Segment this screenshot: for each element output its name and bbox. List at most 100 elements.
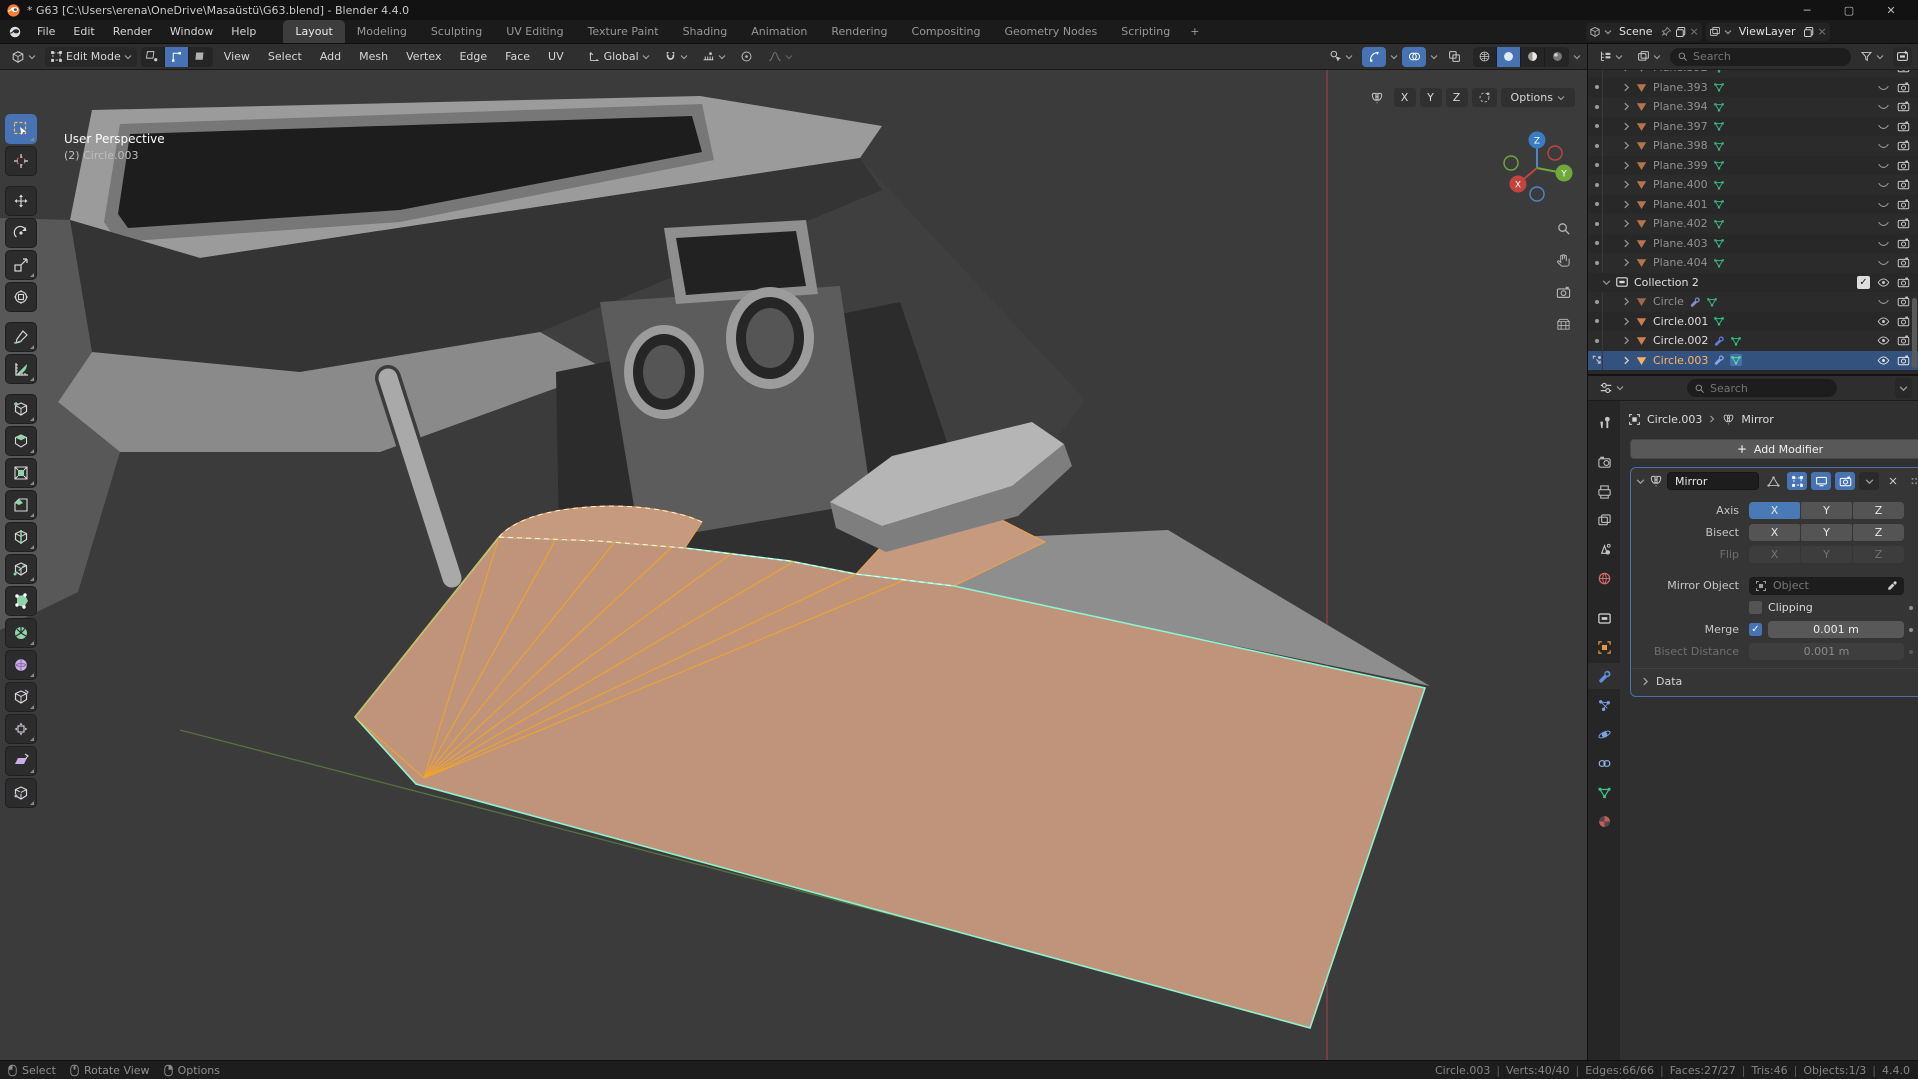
mirror-z-button[interactable]: Z: [1445, 88, 1468, 107]
viewport-menu-vertex[interactable]: Vertex: [399, 50, 448, 63]
snap-target-dropdown[interactable]: [697, 47, 731, 67]
hide-viewport-icon[interactable]: [1877, 198, 1890, 211]
shading-dropdown-icon[interactable]: [1573, 53, 1581, 61]
hide-viewport-icon[interactable]: [1877, 217, 1890, 230]
render-visibility-icon[interactable]: [1897, 198, 1910, 211]
hide-viewport-icon[interactable]: [1877, 334, 1890, 347]
properties-search-input[interactable]: [1710, 381, 1830, 395]
modifier-extras-dropdown[interactable]: [1859, 472, 1879, 490]
outliner-item-circle001[interactable]: Circle.001: [1588, 311, 1918, 331]
hide-viewport-icon[interactable]: [1877, 315, 1890, 328]
bisect-distance-decorator[interactable]: [1904, 649, 1918, 654]
snapping-dropdown[interactable]: [659, 47, 693, 67]
hide-viewport-icon[interactable]: [1877, 70, 1890, 74]
shading-wireframe-button[interactable]: [1473, 46, 1497, 67]
mirror-y-button[interactable]: Y: [1419, 88, 1442, 107]
axis-z-button[interactable]: Z: [1853, 502, 1904, 519]
render-visibility-icon[interactable]: [1897, 295, 1910, 308]
tab-shading[interactable]: Shading: [671, 20, 740, 43]
expand-chevron-icon[interactable]: [1622, 219, 1631, 228]
blender-menu-logo-icon[interactable]: [6, 25, 24, 39]
expand-chevron-icon[interactable]: [1622, 258, 1631, 267]
tab-scripting[interactable]: Scripting: [1109, 20, 1182, 43]
tool-select-box-button[interactable]: [5, 114, 37, 144]
expand-chevron-icon[interactable]: [1622, 297, 1631, 306]
proportional-editing-toggle[interactable]: [735, 47, 759, 67]
bisect-z-button[interactable]: Z: [1853, 524, 1904, 541]
tab-particles[interactable]: [1588, 692, 1620, 718]
maximize-button[interactable]: ▢: [1828, 0, 1870, 20]
drag-handle-icon[interactable]: [1909, 476, 1918, 487]
render-visibility-icon[interactable]: [1897, 315, 1910, 328]
viewport-menu-add[interactable]: Add: [313, 50, 348, 63]
merge-decorator[interactable]: [1904, 627, 1918, 632]
expand-chevron-icon[interactable]: [1622, 122, 1631, 131]
tool-measure-button[interactable]: [5, 354, 37, 384]
pan-button[interactable]: [1553, 250, 1573, 270]
modifier-editmode-toggle[interactable]: [1787, 472, 1807, 490]
transform-orientation-dropdown[interactable]: Global: [583, 47, 655, 67]
zoom-button[interactable]: [1553, 218, 1573, 238]
hide-viewport-icon[interactable]: [1877, 159, 1890, 172]
properties-options-button[interactable]: [1895, 378, 1912, 398]
modifier-render-toggle[interactable]: [1835, 472, 1855, 490]
flip-y-button[interactable]: Y: [1801, 546, 1852, 563]
tool-rip-region-button[interactable]: [5, 778, 37, 808]
outliner-item-circle003[interactable]: Circle.003: [1588, 350, 1918, 370]
new-viewlayer-icon[interactable]: [1803, 26, 1815, 38]
viewport-menu-mesh[interactable]: Mesh: [352, 50, 395, 63]
expand-chevron-icon[interactable]: [1622, 102, 1631, 111]
outliner-item-plane392[interactable]: Plane.392: [1588, 70, 1918, 78]
data-subpanel[interactable]: Data: [1631, 668, 1918, 688]
shading-solid-button[interactable]: [1497, 46, 1521, 67]
expand-chevron-icon[interactable]: [1622, 336, 1631, 345]
tool-move-button[interactable]: [5, 186, 37, 216]
tab-geometry-nodes[interactable]: Geometry Nodes: [992, 20, 1109, 43]
outliner-filter-id-dropdown[interactable]: [1632, 47, 1666, 67]
overlays-dropdown-icon[interactable]: [1430, 53, 1438, 61]
outliner-item-collection2[interactable]: Collection 2 ✓: [1588, 273, 1918, 293]
merge-threshold-field[interactable]: 0.001 m: [1768, 621, 1904, 638]
expand-chevron-icon[interactable]: [1622, 161, 1631, 170]
tool-smooth-button[interactable]: [5, 650, 37, 680]
tab-physics[interactable]: [1588, 721, 1620, 747]
tab-rendering[interactable]: Rendering: [819, 20, 899, 43]
add-workspace-button[interactable]: +: [1182, 20, 1207, 43]
tool-inset-faces-button[interactable]: [5, 458, 37, 488]
close-button[interactable]: ✕: [1870, 0, 1912, 20]
object-type-visibility-dropdown[interactable]: [1324, 47, 1358, 67]
viewport-canvas[interactable]: [0, 70, 1587, 1060]
tab-constraints[interactable]: [1588, 750, 1620, 776]
render-visibility-icon[interactable]: [1897, 256, 1910, 269]
expand-chevron-icon[interactable]: [1622, 200, 1631, 209]
modifier-realtime-toggle[interactable]: [1811, 472, 1831, 490]
tool-scale-button[interactable]: [5, 250, 37, 280]
tab-object-data[interactable]: [1588, 779, 1620, 805]
properties-search[interactable]: [1687, 379, 1837, 397]
render-visibility-icon[interactable]: [1897, 100, 1910, 113]
merge-checkbox[interactable]: ✓: [1749, 623, 1762, 636]
new-collection-button[interactable]: [1893, 46, 1912, 67]
minimize-button[interactable]: ─: [1786, 0, 1828, 20]
render-visibility-icon[interactable]: [1897, 120, 1910, 133]
breadcrumb-object[interactable]: Circle.003: [1647, 413, 1702, 426]
bisect-x-button[interactable]: X: [1749, 524, 1800, 541]
outliner-item-plane398[interactable]: Plane.398: [1588, 136, 1918, 156]
render-visibility-icon[interactable]: [1897, 217, 1910, 230]
collapse-chevron-icon[interactable]: [1636, 477, 1645, 486]
outliner-item-plane399[interactable]: Plane.399: [1588, 155, 1918, 175]
flip-x-button[interactable]: X: [1749, 546, 1800, 563]
menu-window[interactable]: Window: [161, 20, 222, 43]
modifier-oncage-toggle[interactable]: [1763, 472, 1783, 490]
mirror-icon-button[interactable]: [1364, 88, 1390, 107]
proportional-falloff-dropdown[interactable]: [763, 47, 798, 67]
outliner-item-plane402[interactable]: Plane.402: [1588, 214, 1918, 234]
outliner-item-plane401[interactable]: Plane.401: [1588, 194, 1918, 214]
tool-knife-button[interactable]: [5, 554, 37, 584]
modifier-delete-button[interactable]: [1883, 472, 1903, 490]
expand-chevron-icon[interactable]: [1622, 83, 1631, 92]
remove-viewlayer-button[interactable]: ×: [1818, 25, 1827, 38]
tab-tool[interactable]: [1588, 409, 1620, 435]
camera-view-button[interactable]: [1553, 282, 1573, 302]
tool-cursor-button[interactable]: [5, 146, 37, 176]
